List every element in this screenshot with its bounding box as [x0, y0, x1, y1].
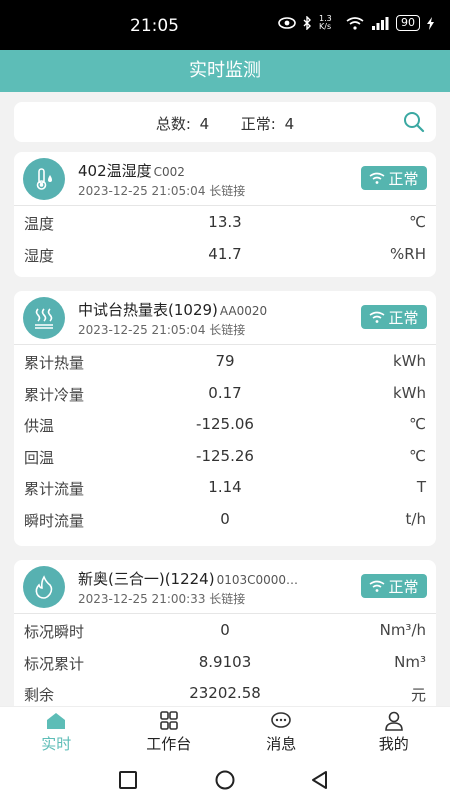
status-time: 21:05 — [130, 16, 179, 36]
device-card[interactable]: 402温湿度 C002 2023-12-25 21:05:04 长链接 正常 温度… — [14, 152, 436, 277]
status-bar: 21:05 1.3 K/s 90 — [0, 0, 450, 50]
search-icon[interactable] — [402, 110, 426, 134]
total-value: 4 — [199, 115, 210, 133]
system-nav-bar — [0, 761, 450, 800]
device-code: 0103C0000… — [216, 573, 299, 587]
device-card[interactable]: 中试台热量表(1029) AA0020 2023-12-25 21:05:04 长… — [14, 291, 436, 546]
data-row: 累计流量 1.14 T — [24, 478, 426, 498]
device-time: 2023-12-25 21:05:04 长链接 — [78, 323, 246, 337]
eye-icon — [278, 17, 296, 29]
tab-messages[interactable]: 消息 — [225, 707, 338, 761]
recents-icon[interactable] — [118, 770, 138, 790]
wifi-icon — [370, 311, 385, 323]
wifi-icon — [346, 16, 364, 30]
summary-text: 总数: 4 正常: 4 — [14, 113, 436, 134]
data-row: 剩余 23202.58 元 — [24, 684, 426, 704]
net-speed: 1.3 K/s — [319, 14, 332, 31]
tab-bar: 实时 工作台 消息 我的 — [0, 706, 450, 761]
home-button-icon[interactable] — [214, 770, 236, 792]
home-icon — [47, 713, 66, 729]
signal-icon — [372, 16, 389, 30]
page-title: 实时监测 — [189, 60, 261, 81]
data-row: 标况累计 8.9103 Nm³ — [24, 652, 426, 673]
device-card[interactable]: 新奥(三合一)(1224) 0103C0000… 2023-12-25 21:00… — [14, 560, 436, 706]
device-time: 2023-12-25 21:05:04 长链接 — [78, 184, 246, 198]
device-name: 新奥(三合一)(1224) 0103C0000… — [78, 570, 299, 588]
chat-icon — [271, 712, 292, 728]
title-bar: 实时监测 — [0, 50, 450, 92]
data-row: 温度 13.3 ℃ — [24, 213, 426, 233]
normal-value: 4 — [284, 115, 295, 133]
device-code: AA0020 — [219, 304, 268, 318]
total-label: 总数: — [155, 115, 191, 133]
device-time: 2023-12-25 21:00:33 长链接 — [78, 592, 246, 606]
normal-label: 正常: — [240, 115, 276, 133]
device-name: 中试台热量表(1029) AA0020 — [78, 301, 268, 319]
flame-icon — [23, 566, 65, 608]
status-icons: 1.3 K/s 90 — [278, 15, 434, 31]
data-row: 累计冷量 0.17 kWh — [24, 383, 426, 404]
status-badge: 正常 — [361, 166, 427, 190]
data-row: 累计热量 79 kWh — [24, 352, 426, 372]
data-row: 瞬时流量 0 t/h — [24, 509, 426, 530]
heat-icon — [23, 297, 65, 339]
thermometer-icon — [23, 158, 65, 200]
data-row: 标况瞬时 0 Nm³/h — [24, 621, 426, 641]
grid-icon — [159, 711, 178, 730]
wifi-icon — [370, 580, 385, 592]
device-code: C002 — [153, 165, 185, 179]
bluetooth-icon — [303, 16, 311, 30]
user-icon — [384, 711, 403, 731]
summary-bar: 总数: 4 正常: 4 — [14, 102, 436, 142]
device-name: 402温湿度 C002 — [78, 162, 185, 180]
card-header: 新奥(三合一)(1224) 0103C0000… 2023-12-25 21:00… — [14, 560, 436, 614]
card-header: 中试台热量表(1029) AA0020 2023-12-25 21:05:04 长… — [14, 291, 436, 345]
data-row: 湿度 41.7 %RH — [24, 244, 426, 265]
tab-realtime[interactable]: 实时 — [0, 707, 113, 761]
card-header: 402温湿度 C002 2023-12-25 21:05:04 长链接 正常 — [14, 152, 436, 206]
tab-workbench[interactable]: 工作台 — [113, 707, 226, 761]
tab-profile[interactable]: 我的 — [338, 707, 450, 761]
charging-icon — [427, 16, 434, 30]
battery-icon: 90 — [396, 15, 420, 31]
status-badge: 正常 — [361, 305, 427, 329]
data-row: 供温 -125.06 ℃ — [24, 415, 426, 435]
data-row: 回温 -125.26 ℃ — [24, 446, 426, 467]
status-badge: 正常 — [361, 574, 427, 598]
back-icon[interactable] — [310, 770, 330, 790]
wifi-icon — [370, 172, 385, 184]
